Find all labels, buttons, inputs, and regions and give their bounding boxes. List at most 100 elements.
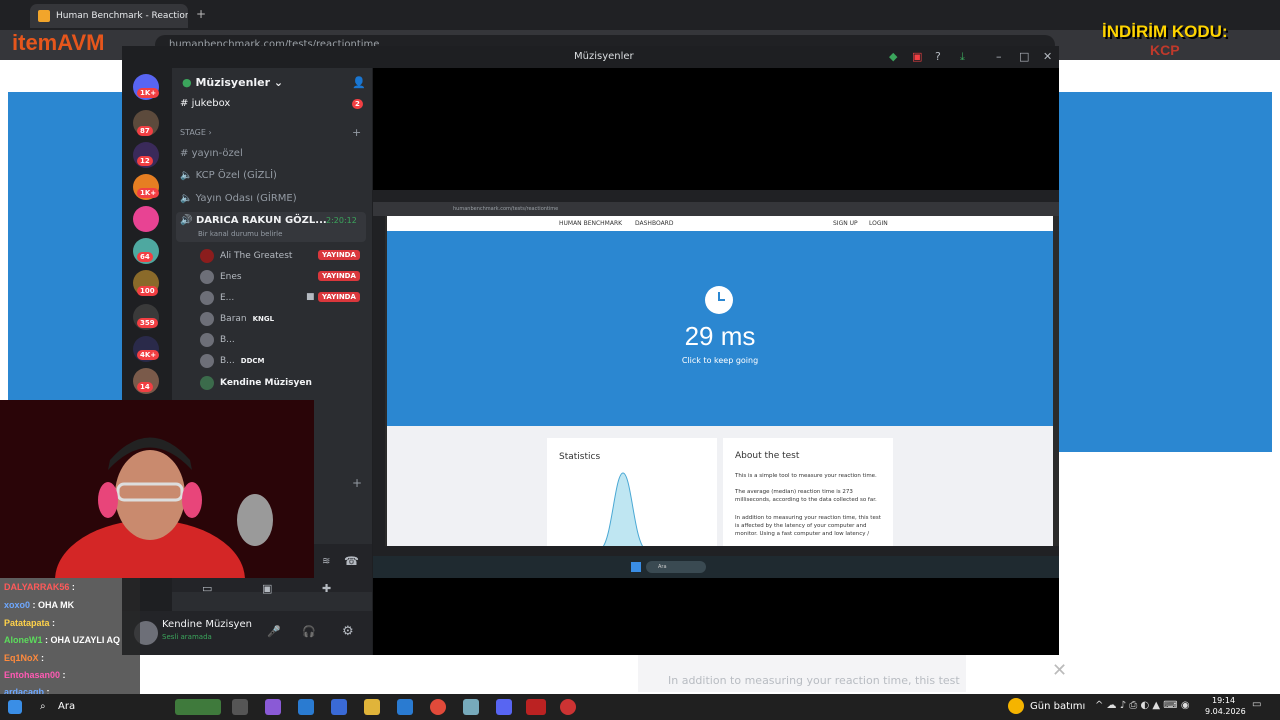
inner-address-bar: humanbenchmark.com/tests/reactiontime xyxy=(373,202,1059,216)
badge: 2 xyxy=(352,99,363,109)
badge: 87 xyxy=(137,126,153,136)
chat-line: Entohasan00 : xyxy=(4,670,66,680)
humanbenchmark-favicon-icon xyxy=(38,10,50,22)
user-status: Sesli aramada xyxy=(162,633,212,641)
maximize-icon[interactable]: □ xyxy=(1019,50,1029,63)
member-tag: DDCM xyxy=(240,357,265,365)
game-widget-icon[interactable] xyxy=(175,699,221,715)
voicemeeter-icon[interactable] xyxy=(526,699,546,715)
chrome-icon[interactable] xyxy=(430,699,446,715)
noise-suppression-icon[interactable]: ≋ xyxy=(322,556,330,567)
minimize-icon[interactable]: – xyxy=(996,50,1002,63)
browser-tab[interactable]: Human Benchmark - Reaction Ti ✕ xyxy=(30,4,188,28)
add-member-icon[interactable]: 👤 xyxy=(352,76,366,89)
file-explorer-icon[interactable] xyxy=(364,699,380,715)
help-icon[interactable]: ? xyxy=(935,50,941,63)
badge: 14 xyxy=(137,382,153,392)
server-header[interactable]: ● Müzisyenler ⌄ xyxy=(182,76,283,89)
user-name: Kendine Müzisyen xyxy=(162,619,252,630)
server-icon[interactable] xyxy=(133,206,159,232)
chat-line: DALYARRAK56 : xyxy=(4,582,75,592)
channel-status[interactable]: Bir kanal durumu belirle xyxy=(198,230,282,238)
app-icon[interactable] xyxy=(463,699,479,715)
channel-kcp-ozel[interactable]: 🔈 KCP Özel (GİZLİ) xyxy=(180,170,277,181)
hb-brand: HUMAN BENCHMARK xyxy=(559,220,623,227)
chat-line: xoxo0 : OHA MK xyxy=(4,600,75,610)
weather-label[interactable]: Gün batımı xyxy=(1030,701,1085,712)
copilot-icon[interactable] xyxy=(265,699,281,715)
member-name: Ali The Greatest xyxy=(220,251,293,261)
windows-taskbar: ⌕ Ara Gün batımı ^ ☁ ♪ ⎙ ◐ ▲ ⌨ ◉ 19:14 9… xyxy=(0,694,1280,720)
avatar xyxy=(200,312,214,326)
member-item[interactable]: B... xyxy=(200,333,235,347)
channel-yayin-ozel[interactable]: # yayın-özel xyxy=(180,148,243,159)
member-item[interactable]: Enes xyxy=(200,270,242,284)
channel-jukebox[interactable]: # jukebox xyxy=(180,98,230,109)
clock-time[interactable]: 19:14 xyxy=(1212,696,1235,705)
mail-icon[interactable] xyxy=(397,699,413,715)
chat-messages: DALYARRAK56 : xoxo0 : OHA MK Patatapata … xyxy=(0,578,140,698)
stats-card: Statistics xyxy=(547,438,717,548)
inbox-icon[interactable]: ▣ xyxy=(912,50,922,63)
close-icon[interactable]: ✕ xyxy=(1043,50,1052,63)
category-stage[interactable]: STAGE › xyxy=(180,128,212,137)
hb-login: LOGIN xyxy=(869,220,888,227)
inner-search: Ara xyxy=(646,561,706,573)
member-item[interactable]: B... DDCM xyxy=(200,354,265,368)
avatar xyxy=(200,354,214,368)
voice-channel-name: 🔊 DARICA RAKUN GÖZL... xyxy=(180,215,327,226)
clock-icon xyxy=(705,286,733,314)
nitro-icon[interactable]: ◆ xyxy=(889,50,897,63)
microphone-icon[interactable]: 🎤 xyxy=(267,625,281,638)
voice-timer: 2:20:12 xyxy=(326,216,357,225)
discord-icon[interactable] xyxy=(496,699,512,715)
inner-status-bar xyxy=(373,546,1059,556)
live-badge: YAYINDA xyxy=(318,250,360,260)
badge: 4K+ xyxy=(137,350,160,360)
promo-text: İNDİRİM KODU: xyxy=(1102,22,1228,41)
member-item[interactable]: Baran KNGL xyxy=(200,312,274,326)
obs-icon[interactable] xyxy=(560,699,576,715)
member-item[interactable]: E... xyxy=(200,291,234,305)
inner-taskbar: Ara xyxy=(373,556,1059,578)
windows-start-icon[interactable] xyxy=(8,700,22,714)
member-name: B... xyxy=(220,356,235,366)
screen-share-icon[interactable]: ▣ xyxy=(262,582,272,595)
store-icon[interactable] xyxy=(331,699,347,715)
about-title: About the test xyxy=(735,451,800,461)
browser-tab-strip: Human Benchmark - Reaction Ti ✕ + xyxy=(0,0,1280,30)
clock-date[interactable]: 9.04.2026 xyxy=(1205,707,1246,716)
add-channel-icon[interactable]: + xyxy=(352,126,361,139)
close-overlay-icon[interactable]: ✕ xyxy=(1052,660,1067,681)
stream-viewer[interactable]: humanbenchmark.com/tests/reactiontime HU… xyxy=(373,68,1059,655)
disconnect-icon[interactable]: ☎ xyxy=(344,554,359,568)
member-name: B... xyxy=(220,335,235,345)
task-view-icon[interactable] xyxy=(232,699,248,715)
camera-icon: ■ xyxy=(306,292,315,302)
tray-icons[interactable]: ^ ☁ ♪ ⎙ ◐ ▲ ⌨ ◉ xyxy=(1095,700,1190,711)
streamer-figure xyxy=(0,400,314,578)
edge-icon[interactable] xyxy=(298,699,314,715)
channel-yayin-odasi[interactable]: 🔈 Yayın Odası (GİRME) xyxy=(180,193,297,204)
activities-icon[interactable]: ✚ xyxy=(322,582,331,595)
member-item[interactable]: Kendine Müzisyen xyxy=(200,376,312,390)
badge: 12 xyxy=(137,156,153,166)
member-item[interactable]: Ali The Greatest xyxy=(200,249,292,263)
about-p3: In addition to measuring your reaction t… xyxy=(735,515,881,537)
notification-icon[interactable]: ▭ xyxy=(1252,699,1261,710)
chat-message: OHA UZAYLI AQ xyxy=(50,635,121,645)
add-icon[interactable]: + xyxy=(352,476,362,490)
download-icon[interactable]: ⤓ xyxy=(960,50,965,64)
member-name: Enes xyxy=(220,272,242,282)
camera-toggle-icon[interactable]: ▭ xyxy=(202,582,212,595)
taskbar-search[interactable]: Ara xyxy=(58,701,75,712)
channel-label: Yayın Odası (GİRME) xyxy=(195,193,297,204)
voice-channel-active[interactable]: 🔊 DARICA RAKUN GÖZL... 2:20:12 Bir kanal… xyxy=(176,212,366,242)
new-tab-icon[interactable]: + xyxy=(196,7,206,21)
headphones-icon[interactable]: 🎧 xyxy=(302,625,316,638)
chat-user: DALYARRAK56 xyxy=(4,582,70,592)
chat-line: Patatapata : xyxy=(4,618,56,628)
search-icon[interactable]: ⌕ xyxy=(40,701,46,712)
hb-dashboard: DASHBOARD xyxy=(635,220,674,227)
settings-gear-icon[interactable]: ⚙ xyxy=(342,624,354,639)
